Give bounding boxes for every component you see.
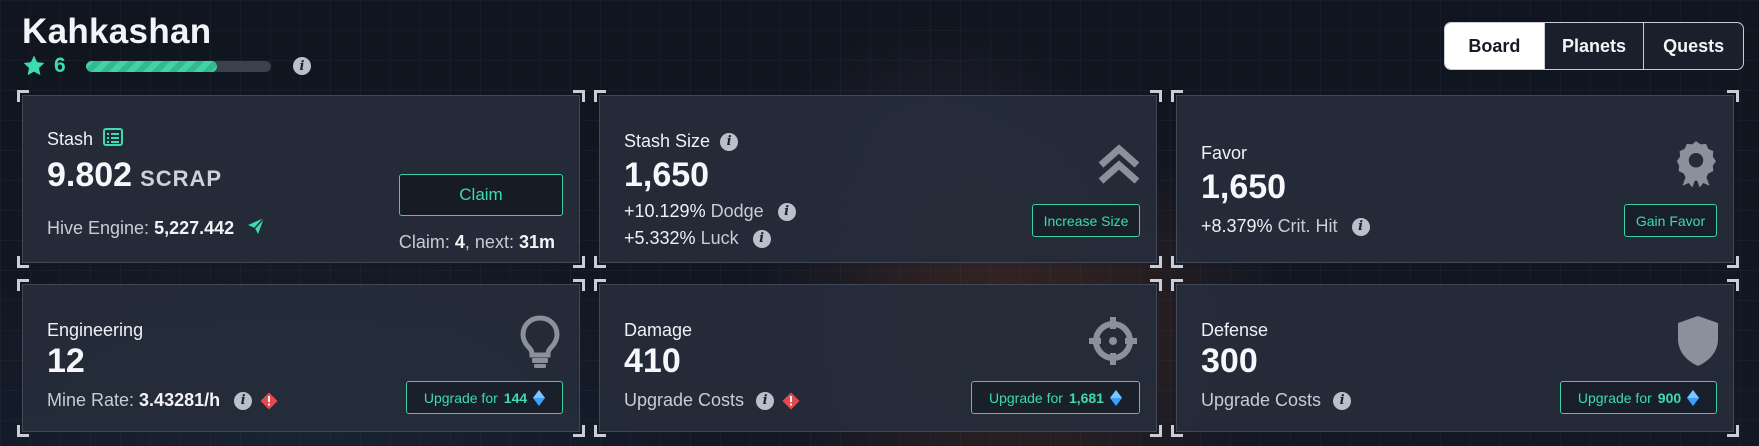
luck-line: +5.332% Luck i xyxy=(624,228,771,249)
xp-progress-fill xyxy=(86,60,218,72)
player-name: Kahkashan xyxy=(22,12,212,51)
double-chevron-up-icon xyxy=(1097,143,1141,192)
list-icon[interactable] xyxy=(103,128,124,151)
mine-rate-line: Mine Rate: 3.43281/h i xyxy=(47,390,278,411)
star-icon xyxy=(22,54,46,78)
info-icon[interactable]: i xyxy=(756,391,775,410)
crosshair-icon xyxy=(1087,315,1139,372)
hive-engine-line: Hive Engine: 5,227.442 xyxy=(47,216,266,241)
stash-value: 9.802 SCRAP xyxy=(47,156,223,194)
xp-progress-bar xyxy=(86,60,271,72)
damage-value: 410 xyxy=(624,342,681,380)
tab-quests[interactable]: Quests xyxy=(1643,23,1743,69)
upgrade-damage-button[interactable]: Upgrade for 1,681 xyxy=(971,381,1140,414)
info-icon[interactable]: i xyxy=(1333,391,1352,410)
favor-card: Favor 1,650 +8.379% Crit. Hit i Gain Favo… xyxy=(1171,90,1739,268)
send-icon[interactable] xyxy=(246,216,266,241)
defense-costs-line: Upgrade Costs i xyxy=(1201,390,1352,411)
stash-size-title: Stash Size i xyxy=(624,131,739,152)
damage-card: Damage 410 Upgrade Costs i Upgrade for 1,… xyxy=(594,279,1162,437)
info-icon[interactable]: i xyxy=(720,132,739,151)
gem-icon xyxy=(1109,389,1122,406)
gem-icon xyxy=(1687,389,1700,406)
level-number: 6 xyxy=(54,54,66,77)
defense-value: 300 xyxy=(1201,342,1258,380)
stash-title: Stash xyxy=(47,128,124,151)
damage-costs-line: Upgrade Costs i xyxy=(624,390,800,411)
award-icon xyxy=(1676,138,1716,193)
tab-planets[interactable]: Planets xyxy=(1543,23,1644,69)
engineering-title: Engineering xyxy=(47,320,144,340)
shield-icon xyxy=(1677,315,1719,372)
info-icon[interactable]: i xyxy=(752,229,771,248)
view-tabs: Board Planets Quests xyxy=(1444,22,1744,70)
favor-value: 1,650 xyxy=(1201,168,1287,206)
dodge-line: +10.129% Dodge i xyxy=(624,201,796,222)
engineering-card: Engineering 12 Mine Rate: 3.43281/h i Upg… xyxy=(17,279,585,437)
increase-size-button[interactable]: Increase Size xyxy=(1032,204,1140,237)
info-icon[interactable]: i xyxy=(1351,217,1370,236)
info-icon[interactable]: i xyxy=(234,391,253,410)
claim-button[interactable]: Claim xyxy=(399,174,563,216)
level-row: 6 i xyxy=(22,54,311,78)
favor-title: Favor xyxy=(1201,143,1248,163)
info-icon[interactable]: i xyxy=(293,57,311,75)
warning-icon[interactable] xyxy=(260,392,278,410)
claim-info: Claim: 4, next: 31m xyxy=(398,232,555,252)
upgrade-engineering-button[interactable]: Upgrade for 144 xyxy=(406,381,563,414)
upgrade-defense-button[interactable]: Upgrade for 900 xyxy=(1560,381,1717,414)
damage-title: Damage xyxy=(624,320,693,340)
gem-icon xyxy=(533,389,546,406)
warning-icon[interactable] xyxy=(782,392,800,410)
stash-size-card: Stash Size i 1,650 +10.129% Dodge i +5.332… xyxy=(594,90,1162,268)
engineering-value: 12 xyxy=(47,342,85,380)
gain-favor-button[interactable]: Gain Favor xyxy=(1624,204,1717,237)
defense-title: Defense xyxy=(1201,320,1269,340)
stash-size-value: 1,650 xyxy=(624,156,710,194)
tab-board[interactable]: Board xyxy=(1445,23,1544,69)
lightbulb-icon xyxy=(520,315,560,374)
info-icon[interactable]: i xyxy=(777,202,796,221)
stash-unit: SCRAP xyxy=(140,166,223,191)
stash-card: Stash 9.802 SCRAP Hive Engine: 5,227.442 C… xyxy=(17,90,585,268)
defense-card: Defense 300 Upgrade Costs i Upgrade for 9… xyxy=(1171,279,1739,437)
crit-line: +8.379% Crit. Hit i xyxy=(1201,216,1370,237)
